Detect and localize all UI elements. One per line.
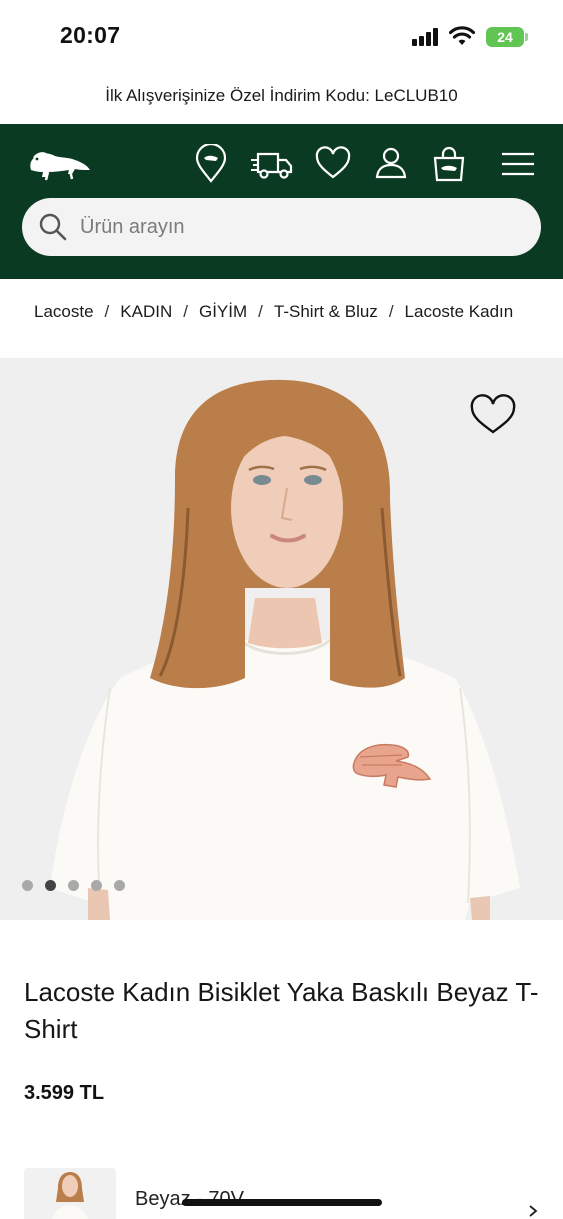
heart-icon[interactable]	[314, 144, 352, 184]
search-icon[interactable]	[38, 212, 68, 242]
search-input[interactable]	[80, 198, 520, 256]
wishlist-heart-icon[interactable]	[468, 394, 518, 438]
breadcrumb-separator: /	[104, 302, 110, 321]
gallery-dot[interactable]	[91, 880, 102, 891]
breadcrumb-item[interactable]: T-Shirt & Bluz	[274, 302, 378, 321]
breadcrumb-separator: /	[183, 302, 188, 321]
status-time: 20:07	[60, 22, 121, 48]
delivery-truck-icon[interactable]	[250, 144, 294, 184]
search-bar[interactable]	[22, 198, 541, 256]
product-title: Lacoste Kadın Bisiklet Yaka Baskılı Beya…	[24, 977, 539, 1044]
promo-banner[interactable]: İlk Alışverişinize Özel İndirim Kodu: Le…	[0, 72, 563, 124]
hamburger-menu-icon[interactable]	[500, 144, 536, 184]
battery-icon: 24	[486, 27, 528, 47]
product-photo	[0, 358, 563, 920]
user-icon[interactable]	[372, 144, 410, 184]
gallery-dot[interactable]	[114, 880, 125, 891]
wifi-icon	[449, 26, 475, 45]
breadcrumb-separator: /	[258, 302, 263, 321]
variant-thumbnail	[24, 1168, 116, 1219]
breadcrumb-item[interactable]: Lacoste Kadın	[405, 302, 514, 321]
site-header	[0, 124, 563, 279]
cellular-signal-icon	[412, 28, 440, 46]
breadcrumb-separator: /	[388, 302, 394, 321]
chevron-right-icon[interactable]	[526, 1204, 540, 1218]
gallery-dot[interactable]	[68, 880, 79, 891]
color-variant-selector[interactable]: Beyaz - 70V	[24, 1168, 544, 1219]
product-image-gallery[interactable]	[0, 358, 563, 920]
gallery-dot-active[interactable]	[45, 880, 56, 891]
status-bar: 20:07 24	[0, 0, 563, 72]
breadcrumb: Lacoste / KADIN / GİYİM / T-Shirt & Bluz / Lacos…	[34, 302, 540, 328]
gallery-pagination	[22, 880, 132, 892]
store-location-icon[interactable]	[192, 144, 230, 184]
breadcrumb-item[interactable]: GİYİM	[199, 302, 247, 321]
shopping-bag-icon[interactable]	[430, 144, 468, 184]
lacoste-logo-icon[interactable]	[28, 146, 92, 186]
product-price: 3.599 TL	[24, 1082, 105, 1104]
breadcrumb-item[interactable]: Lacoste	[34, 302, 94, 321]
home-indicator[interactable]	[182, 1199, 382, 1206]
gallery-dot[interactable]	[22, 880, 33, 891]
breadcrumb-item[interactable]: KADIN	[120, 302, 172, 321]
